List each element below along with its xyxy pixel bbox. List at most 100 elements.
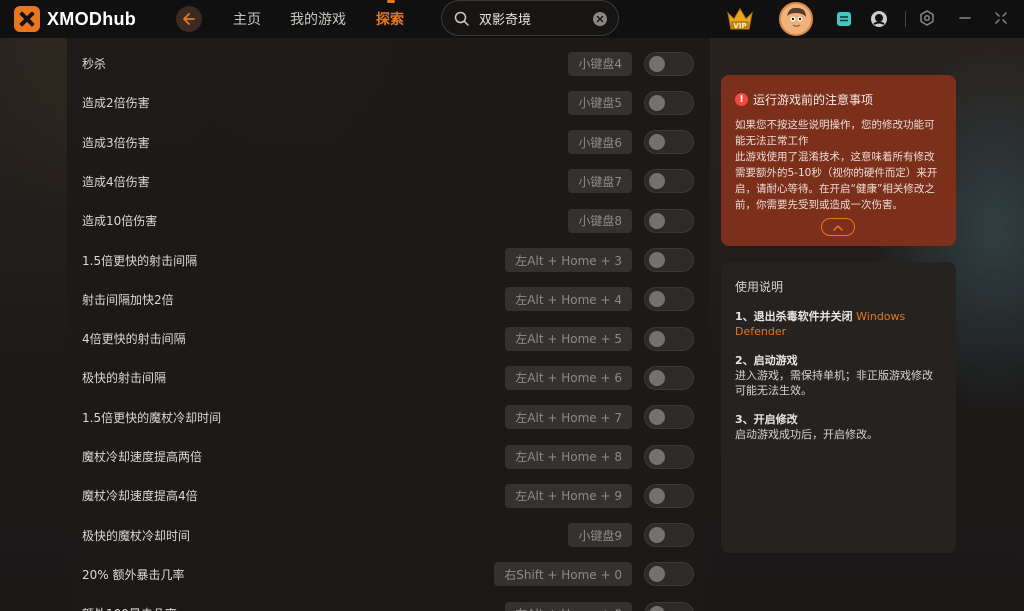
search-input[interactable]: 双影奇境 [479,9,531,28]
cheat-toggle[interactable] [644,51,694,76]
nav-home[interactable]: 主页 [233,9,261,29]
hotkey-button[interactable]: 小键盘6 [568,130,632,155]
settings-icon[interactable] [919,10,937,28]
cheat-toggle[interactable] [644,326,694,351]
hotkey-button[interactable]: 小键盘7 [568,169,632,194]
step-1-title: 1、退出杀毒软件并关闭 [735,310,853,323]
vip-icon: VIP [727,8,753,30]
hotkey-button[interactable]: 左Alt + Home + 5 [505,326,632,351]
cheat-label: 1.5倍更快的射击间隔 [82,253,198,268]
cheat-toggle[interactable] [644,562,694,587]
cheat-label: 额外100暴击几率 [82,605,177,611]
cube-icon[interactable] [836,10,854,28]
collapse-notice-button[interactable] [821,218,855,236]
hotkey-button[interactable]: 小键盘5 [568,90,632,115]
hotkey-button[interactable]: 小键盘9 [568,523,632,548]
back-arrow-icon [183,13,195,25]
usage-step-1: 1、退出杀毒软件并关闭 Windows Defender [735,309,942,339]
cheat-row: 造成2倍伤害 小键盘5 [67,83,710,122]
cheat-toggle[interactable] [644,444,694,469]
cheat-toggle[interactable] [644,405,694,430]
step-2-body: 进入游戏，需保持单机；非正版游戏修改可能无法生效。 [735,369,933,397]
cheat-row: 秒杀 小键盘4 [67,44,710,83]
cheat-label: 造成10倍伤害 [82,214,158,229]
hotkey-button[interactable]: 左Alt + Home + 9 [505,483,632,508]
cheat-label: 1.5倍更快的魔杖冷却时间 [82,410,222,425]
usage-step-3: 3、开启修改 启动游戏成功后，开启修改。 [735,412,942,442]
cheat-label: 射击间隔加快2倍 [82,292,174,307]
usage-step-2: 2、启动游戏 进入游戏，需保持单机；非正版游戏修改可能无法生效。 [735,353,942,398]
hotkey-button[interactable]: 右Shift + Home + 0 [494,562,632,587]
cheat-toggle[interactable] [644,208,694,233]
usage-title: 使用说明 [735,280,784,294]
cheat-toggle[interactable] [644,601,694,611]
hotkey-button[interactable]: 小键盘4 [568,51,632,76]
back-button[interactable] [176,6,202,32]
cheat-toggle[interactable] [644,248,694,272]
cheat-row: 20% 额外暴击几率 右Shift + Home + 0 [67,555,710,594]
top-bar: XMODhub 主页 我的游戏 探索 双影奇境 VIP [0,0,1024,38]
hotkey-button[interactable]: 左Alt + Home + 6 [505,365,632,390]
cheat-label: 造成4倍伤害 [82,174,150,189]
cheat-row: 造成3倍伤害 小键盘6 [67,123,710,162]
cheat-row: 极快的魔杖冷却时间 小键盘9 [67,516,710,555]
hotkey-button[interactable]: 左Alt + Home + 3 [505,248,632,272]
support-icon[interactable] [870,10,888,28]
notice-card: ! 运行游戏前的注意事项 如果您不按这些说明操作，您的修改功能可能无法正常工作 … [721,75,956,246]
search-icon [454,11,469,26]
nav-group-my-games: 我的游戏 [290,0,346,38]
cheat-row: 魔杖冷却速度提高两倍 左Alt + Home + 8 [67,437,710,476]
toolbar-divider [905,11,906,27]
cheat-label: 极快的魔杖冷却时间 [82,528,191,543]
cheat-toggle[interactable] [644,523,694,548]
notice-title: ! 运行游戏前的注意事项 [735,91,942,108]
hotkey-button[interactable]: 小键盘8 [568,208,632,233]
cheat-row: 造成4倍伤害 小键盘7 [67,162,710,201]
cheat-row: 造成10倍伤害 小键盘8 [67,201,710,240]
hotkey-button[interactable]: 左Alt + Home + 7 [505,405,632,430]
cheat-label: 秒杀 [82,57,107,71]
minimize-icon[interactable] [958,10,976,28]
cheat-label: 造成2倍伤害 [82,96,150,111]
cheat-label: 20% 额外暴击几率 [82,567,185,582]
cheat-toggle[interactable] [644,169,694,194]
cheat-label: 4倍更快的射击间隔 [82,332,186,347]
cheat-row: 4倍更快的射击间隔 左Alt + Home + 5 [67,319,710,358]
cheat-row: 1.5倍更快的魔杖冷却时间 左Alt + Home + 7 [67,398,710,437]
nav-bar: 主页 [233,0,261,38]
app-logo[interactable]: XMODhub [14,6,136,32]
avatar[interactable] [779,2,813,36]
cheat-list-panel: 秒杀 小键盘4 造成2倍伤害 小键盘5 造成3倍伤害 小键盘6 造成4倍伤害 小键盘7 造成10… [67,38,710,611]
search-box[interactable]: 双影奇境 [441,0,619,36]
cheat-row: 射击间隔加快2倍 左Alt + Home + 4 [67,280,710,319]
cheat-label: 造成3倍伤害 [82,135,150,150]
hotkey-button[interactable]: 右Alt + Home + 0 [505,601,632,611]
cheat-toggle[interactable] [644,287,694,312]
notice-paragraph-1: 如果您不按这些说明操作，您的修改功能可能无法正常工作 [735,119,935,147]
cheat-toggle[interactable] [644,483,694,508]
avatar-image [781,4,811,34]
cheat-toggle[interactable] [644,130,694,155]
cheat-label: 魔杖冷却速度提高4倍 [82,489,198,504]
clear-search-button[interactable] [593,12,607,26]
cheat-toggle[interactable] [644,365,694,390]
logo-icon [14,6,40,32]
close-icon[interactable] [994,10,1012,28]
notice-body: 如果您不按这些说明操作，您的修改功能可能无法正常工作 此游戏使用了混淆技术，这意… [735,117,942,213]
vip-badge[interactable]: VIP [724,3,756,35]
step-3-body: 启动游戏成功后，开启修改。 [735,428,878,441]
hotkey-button[interactable]: 左Alt + Home + 4 [505,287,632,312]
cheat-toggle[interactable] [644,90,694,115]
warning-icon: ! [735,93,748,106]
cheat-label: 极快的射击间隔 [82,371,167,386]
hotkey-button[interactable]: 左Alt + Home + 8 [505,444,632,469]
nav-group-explore: 探索 [376,0,404,38]
brand-name: XMODhub [47,8,137,29]
nav-explore[interactable]: 探索 [376,9,404,29]
notice-title-text: 运行游戏前的注意事项 [753,93,874,107]
clear-icon [596,15,604,23]
cheat-row: 1.5倍更快的射击间隔 左Alt + Home + 3 [67,241,710,280]
cheat-label: 魔杖冷却速度提高两倍 [82,450,203,464]
nav-my-games[interactable]: 我的游戏 [290,9,346,29]
cheat-row: 额外100暴击几率 右Alt + Home + 0 [67,594,710,611]
